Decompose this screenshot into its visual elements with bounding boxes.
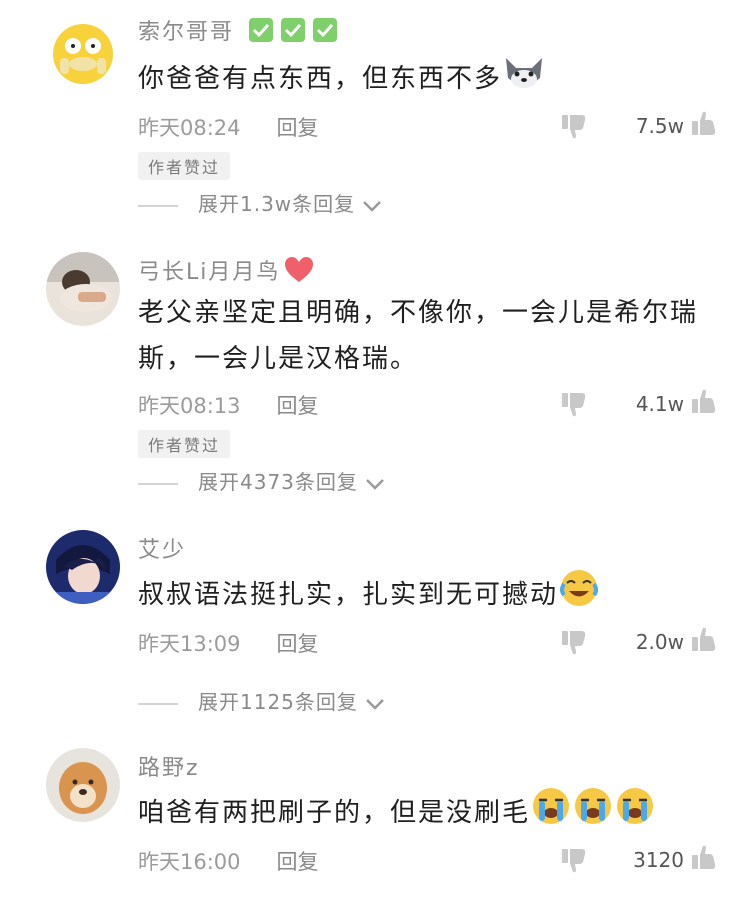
comment-meta: 昨天16:00 回复 bbox=[138, 846, 319, 876]
comment-text: 你爸爸有点东西，但东西不多 bbox=[138, 52, 698, 107]
author-liked-badge: 作者赞过 bbox=[138, 152, 231, 180]
chevron-down-icon bbox=[361, 194, 383, 218]
doge-emoji bbox=[502, 52, 546, 107]
username-text: 艾少 bbox=[138, 538, 187, 563]
expand-replies-label: 展开1125条回复 bbox=[198, 690, 358, 714]
crying-laughing-emoji bbox=[558, 568, 600, 623]
like-icon[interactable] bbox=[690, 388, 718, 416]
chevron-down-icon bbox=[364, 472, 386, 496]
divider-line bbox=[138, 702, 178, 705]
like-icon[interactable] bbox=[690, 844, 718, 872]
expand-replies-button[interactable]: 展开1.3w条回复 bbox=[138, 188, 383, 218]
expand-replies-button[interactable]: 展开1125条回复 bbox=[138, 686, 386, 716]
expand-replies-button[interactable]: 展开4373条回复 bbox=[138, 466, 386, 496]
divider-line bbox=[138, 204, 178, 207]
author-liked-badge: 作者赞过 bbox=[138, 430, 231, 458]
avatar[interactable] bbox=[46, 14, 120, 88]
reply-button[interactable]: 回复 bbox=[277, 632, 319, 656]
avatar[interactable] bbox=[46, 530, 120, 604]
username[interactable]: 索尔哥哥 bbox=[138, 14, 339, 50]
loudly-crying-emoji bbox=[530, 786, 572, 841]
dislike-icon[interactable] bbox=[560, 112, 588, 140]
comment-item: 弓长Li月月鸟 老父亲坚定且明确，不像你，一会儿是希尔瑞斯，一会儿是汉格瑞。 昨… bbox=[0, 240, 756, 520]
check-mark-emoji bbox=[279, 16, 307, 50]
reply-button[interactable]: 回复 bbox=[277, 850, 319, 874]
expand-replies-label: 展开4373条回复 bbox=[198, 470, 358, 494]
like-count: 7.5w bbox=[635, 114, 684, 138]
username-text: 弓长Li月月鸟 bbox=[138, 260, 281, 285]
username[interactable]: 路野z bbox=[138, 750, 200, 782]
comment-text: 咱爸有两把刷子的，但是没刷毛 bbox=[138, 786, 698, 841]
loudly-crying-emoji bbox=[572, 786, 614, 841]
comment-text-content: 老父亲坚定且明确，不像你，一会儿是希尔瑞斯，一会儿是汉格瑞。 bbox=[138, 298, 699, 374]
comment-meta: 昨天08:13 回复 bbox=[138, 390, 319, 420]
comment-text-content: 叔叔语法挺扎实，扎实到无可撼动 bbox=[138, 580, 559, 610]
comment-text: 叔叔语法挺扎实，扎实到无可撼动 bbox=[138, 568, 698, 623]
comment-time: 昨天08:24 bbox=[138, 116, 241, 140]
divider-line bbox=[138, 482, 178, 485]
dislike-icon[interactable] bbox=[560, 846, 588, 874]
expand-replies-label: 展开1.3w条回复 bbox=[198, 192, 356, 216]
username-text: 路野z bbox=[138, 756, 200, 781]
like-icon[interactable] bbox=[690, 110, 718, 138]
check-mark-emoji bbox=[247, 16, 275, 50]
comment-meta: 昨天08:24 回复 bbox=[138, 112, 319, 142]
red-heart-emoji bbox=[284, 256, 314, 290]
comment-time: 昨天16:00 bbox=[138, 850, 241, 874]
loudly-crying-emoji bbox=[614, 786, 656, 841]
check-mark-emoji bbox=[311, 16, 339, 50]
comment-item: 索尔哥哥 你爸爸有点东西，但东西不多 昨天08:24 回复 7.5w 作者赞过 展… bbox=[0, 0, 756, 240]
comment-text-content: 你爸爸有点东西，但东西不多 bbox=[138, 64, 503, 94]
like-count: 4.1w bbox=[635, 392, 684, 416]
username[interactable]: 弓长Li月月鸟 bbox=[138, 254, 314, 290]
comment-text: 老父亲坚定且明确，不像你，一会儿是希尔瑞斯，一会儿是汉格瑞。 bbox=[138, 290, 698, 382]
comment-item: 路野z 咱爸有两把刷子的，但是没刷毛 昨天16:00 回复 3120 bbox=[0, 736, 756, 904]
like-count: 3120 bbox=[633, 848, 684, 872]
dislike-icon[interactable] bbox=[560, 390, 588, 418]
reply-button[interactable]: 回复 bbox=[277, 394, 319, 418]
username[interactable]: 艾少 bbox=[138, 532, 186, 564]
chevron-down-icon bbox=[364, 692, 386, 716]
avatar[interactable] bbox=[46, 252, 120, 326]
avatar[interactable] bbox=[46, 748, 120, 822]
comment-item: 艾少 叔叔语法挺扎实，扎实到无可撼动 昨天13:09 回复 2.0w 展开1125… bbox=[0, 520, 756, 730]
comment-time: 昨天13:09 bbox=[138, 632, 241, 656]
dislike-icon[interactable] bbox=[560, 628, 588, 656]
comment-text-content: 咱爸有两把刷子的，但是没刷毛 bbox=[138, 798, 531, 828]
comment-time: 昨天08:13 bbox=[138, 394, 241, 418]
reply-button[interactable]: 回复 bbox=[277, 116, 319, 140]
username-text: 索尔哥哥 bbox=[138, 20, 235, 45]
comment-meta: 昨天13:09 回复 bbox=[138, 628, 319, 658]
like-icon[interactable] bbox=[690, 626, 718, 654]
like-count: 2.0w bbox=[635, 630, 684, 654]
